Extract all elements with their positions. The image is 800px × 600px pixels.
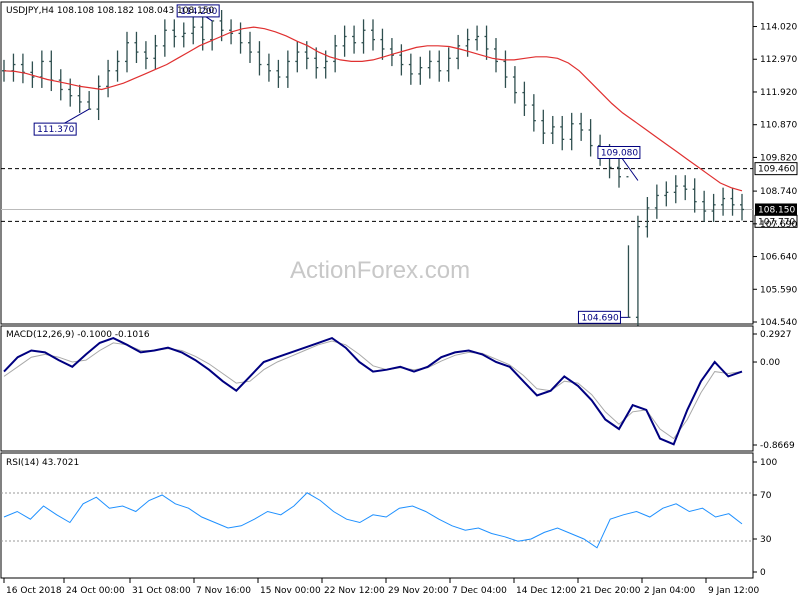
rsi-y-tick-label: 100 bbox=[760, 458, 777, 468]
main-y-tick-label: 105.590 bbox=[760, 285, 797, 295]
x-tick-label: 9 Jan 12:00 bbox=[708, 586, 760, 596]
main-header: USDJPY,H4 108.108 108.182 108.043 108.15… bbox=[6, 6, 215, 16]
main-y-tick-label: 104.540 bbox=[760, 318, 797, 328]
main-y-tick-label: 114.020 bbox=[760, 23, 797, 33]
price-annotation-label: 109.080 bbox=[601, 148, 638, 158]
main-y-tick-label: 111.920 bbox=[760, 88, 797, 98]
x-tick-label: 2 Jan 04:00 bbox=[644, 586, 696, 596]
x-tick-label: 22 Nov 12:00 bbox=[324, 586, 385, 596]
main-y-tick-label: 109.820 bbox=[760, 153, 797, 163]
rsi-y-tick-label: 30 bbox=[760, 535, 772, 545]
macd-y-tick-label: 0.2927 bbox=[760, 330, 792, 340]
rsi-header: RSI(14) 43.7021 bbox=[6, 458, 79, 468]
x-axis: 16 Oct 2018 24 Oct 00:00 31 Oct 08:00 7 Nov… bbox=[3, 578, 760, 596]
price-annotation-label: 111.370 bbox=[37, 125, 74, 135]
rsi-panel: 100 70 30 0 RSI(14) 43.7021 bbox=[0, 452, 777, 579]
watermark: ActionForex.com bbox=[290, 257, 470, 284]
x-tick-label: 7 Dec 04:00 bbox=[452, 586, 507, 596]
main-y-tick-label: 112.970 bbox=[760, 55, 797, 65]
x-tick-label: 31 Oct 08:00 bbox=[132, 586, 191, 596]
main-y-tick-label: 110.870 bbox=[760, 121, 797, 131]
rsi-y-tick-label: 0 bbox=[760, 568, 766, 578]
x-tick-label: 24 Oct 00:00 bbox=[66, 586, 125, 596]
main-y-tick-label: 108.740 bbox=[760, 187, 797, 197]
x-tick-label: 21 Dec 20:00 bbox=[580, 586, 641, 596]
main-panel: ActionForex.com 109.460107.770108.150 11… bbox=[0, 1, 798, 329]
x-tick-label: 16 Oct 2018 bbox=[6, 586, 62, 596]
macd-panel-frame bbox=[0, 325, 754, 452]
x-tick-label: 7 Nov 16:00 bbox=[196, 586, 251, 596]
main-y-tick-label: 107.690 bbox=[760, 220, 797, 230]
price-annotation: 104.690 bbox=[577, 310, 629, 324]
x-tick-label: 29 Nov 20:00 bbox=[388, 586, 449, 596]
x-tick-label: 15 Nov 00:00 bbox=[260, 586, 321, 596]
price-annotation-label: 104.690 bbox=[581, 313, 618, 323]
chart-canvas: ActionForex.com 109.460107.770108.150 11… bbox=[0, 1, 798, 596]
macd-header: MACD(12,26,9) -0.1000 -0.1016 bbox=[6, 330, 150, 340]
macd-y-tick-label: 0.00 bbox=[760, 358, 780, 368]
rsi-y-tick-label: 70 bbox=[760, 491, 772, 501]
current-price-label: 108.150 bbox=[758, 205, 795, 215]
level-label: 109.460 bbox=[758, 165, 795, 175]
macd-y-tick-label: -0.8669 bbox=[760, 441, 795, 451]
main-y-tick-label: 106.640 bbox=[760, 253, 797, 263]
macd-panel: 0.2927 0.00 -0.8669 MACD(12,26,9) -0.1000 … bbox=[0, 325, 795, 452]
x-tick-label: 14 Dec 12:00 bbox=[516, 586, 577, 596]
